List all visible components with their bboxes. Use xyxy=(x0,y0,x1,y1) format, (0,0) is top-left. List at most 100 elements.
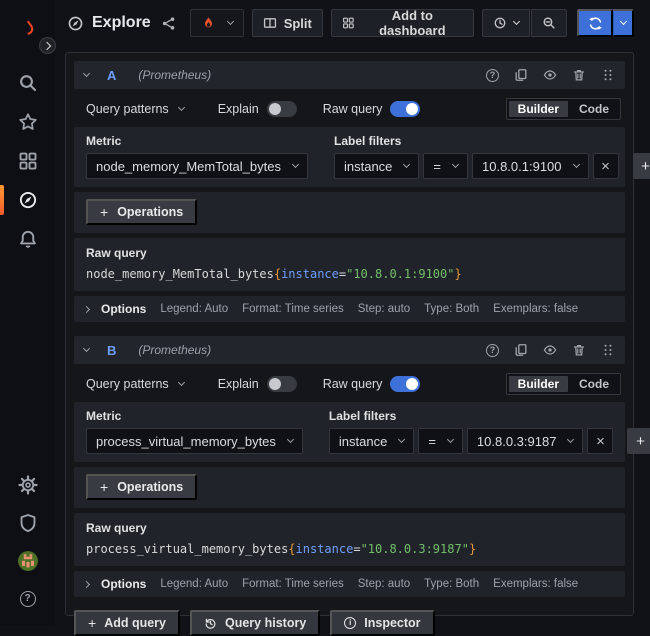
label-filters-field: Label filters instance = xyxy=(334,134,650,179)
add-to-dashboard-button[interactable]: Add to dashboard xyxy=(331,9,474,37)
query-row-header[interactable]: A (Prometheus) ? xyxy=(74,61,625,89)
sidebar-item-alerting[interactable] xyxy=(0,228,55,250)
query-ref-id: A xyxy=(107,68,116,83)
chevron-down-icon xyxy=(178,104,185,111)
zoom-out-time-button[interactable] xyxy=(531,9,567,37)
add-operation-button[interactable]: + Operations xyxy=(86,199,197,225)
option-legend: Legend: Auto xyxy=(160,578,228,590)
query-history-button[interactable]: Query history xyxy=(190,610,320,636)
sidebar-item-dashboards[interactable] xyxy=(0,150,55,172)
sidebar-item-profile[interactable] xyxy=(0,550,55,572)
query-patterns-dropdown[interactable]: Query patterns xyxy=(86,377,184,391)
plus-icon: + xyxy=(641,158,650,175)
collapse-icon[interactable] xyxy=(83,345,90,352)
chevron-down-icon xyxy=(619,18,626,25)
add-filter-button[interactable]: + xyxy=(633,153,650,179)
filter-operator-select[interactable]: = xyxy=(418,428,463,454)
add-operation-button[interactable]: + Operations xyxy=(86,474,197,500)
remove-query-icon[interactable] xyxy=(572,343,586,357)
sidebar-item-settings[interactable] xyxy=(0,474,55,496)
run-query-group xyxy=(577,9,634,37)
builder-mode-button[interactable]: Builder xyxy=(509,101,568,117)
query-row-a: A (Prometheus) ? Query patterns xyxy=(74,61,625,322)
collapse-icon[interactable] xyxy=(83,70,90,77)
avatar xyxy=(18,551,38,571)
chevron-down-icon xyxy=(227,18,234,25)
query-ref-id: B xyxy=(107,343,116,358)
query-row-header[interactable]: B (Prometheus) ? xyxy=(74,336,625,364)
active-indicator xyxy=(0,185,4,215)
code-mode-button[interactable]: Code xyxy=(570,101,618,117)
duplicate-query-icon[interactable] xyxy=(514,68,528,82)
apps-icon xyxy=(342,16,355,30)
query-datasource: (Prometheus) xyxy=(138,68,211,82)
code-mode-button[interactable]: Code xyxy=(570,376,618,392)
times-icon: × xyxy=(601,158,610,175)
option-exemplars: Exemplars: false xyxy=(493,578,578,590)
filter-label-select[interactable]: instance xyxy=(329,428,414,454)
duplicate-query-icon[interactable] xyxy=(514,343,528,357)
sidebar-bottom: ? xyxy=(0,474,55,610)
chevron-down-icon xyxy=(292,161,299,168)
clock-icon xyxy=(493,16,507,30)
time-range-picker-button[interactable] xyxy=(482,9,530,37)
filter-value-select[interactable]: 10.8.0.3:9187 xyxy=(467,428,584,454)
prometheus-icon xyxy=(201,16,216,31)
raw-query-label: Raw query xyxy=(86,521,613,535)
share-icon[interactable] xyxy=(161,16,176,31)
option-format: Format: Time series xyxy=(242,303,344,315)
raw-query-preview: Raw query process_virtual_memory_bytes{i… xyxy=(74,513,625,566)
apps-icon xyxy=(18,151,38,171)
drag-handle-icon[interactable] xyxy=(601,343,615,357)
explain-toggle-field: Explain xyxy=(218,376,297,392)
plus-icon: + xyxy=(100,479,108,495)
raw-query-toggle[interactable] xyxy=(390,376,420,392)
editor-mode-radio: Builder Code xyxy=(506,98,621,120)
raw-query-code: process_virtual_memory_bytes{instance="1… xyxy=(86,542,613,556)
run-query-interval-button[interactable] xyxy=(613,9,634,37)
drag-handle-icon[interactable] xyxy=(601,68,615,82)
metric-select[interactable]: process_virtual_memory_bytes xyxy=(86,428,303,454)
help-icon: ? xyxy=(20,591,36,607)
help-icon[interactable]: ? xyxy=(486,69,499,82)
add-filter-button[interactable]: + xyxy=(627,428,650,454)
sidebar-nav xyxy=(0,72,55,250)
remove-query-icon[interactable] xyxy=(572,68,586,82)
sidebar-item-explore[interactable] xyxy=(0,189,55,211)
filter-operator-select[interactable]: = xyxy=(423,153,468,179)
split-button[interactable]: Split xyxy=(252,9,323,37)
explain-toggle[interactable] xyxy=(267,376,297,392)
query-options-row[interactable]: Options Legend: Auto Format: Time series… xyxy=(74,571,625,597)
info-icon: i xyxy=(344,617,356,629)
raw-query-toggle[interactable] xyxy=(390,101,420,117)
sidebar-item-server-admin[interactable] xyxy=(0,512,55,534)
sidebar-item-help[interactable]: ? xyxy=(0,588,55,610)
chevron-right-icon xyxy=(42,41,50,49)
add-query-button[interactable]: + Add query xyxy=(74,610,180,636)
hide-response-icon[interactable] xyxy=(543,68,557,82)
filter-value-select[interactable]: 10.8.0.1:9100 xyxy=(472,153,589,179)
star-icon xyxy=(18,112,38,132)
help-icon[interactable]: ? xyxy=(486,344,499,357)
remove-filter-button[interactable]: × xyxy=(593,153,619,179)
query-options-row[interactable]: Options Legend: Auto Format: Time series… xyxy=(74,296,625,322)
run-query-button[interactable] xyxy=(577,9,613,37)
inspector-button[interactable]: i Inspector xyxy=(330,610,434,636)
remove-filter-button[interactable]: × xyxy=(587,428,613,454)
metric-field: Metric process_virtual_memory_bytes xyxy=(86,409,303,454)
sidebar-item-search[interactable] xyxy=(0,72,55,94)
expand-sidebar-button[interactable] xyxy=(39,37,56,54)
datasource-picker[interactable] xyxy=(190,9,244,37)
chevron-down-icon xyxy=(287,436,294,443)
raw-query-toggle-field: Raw query xyxy=(323,101,421,117)
explore-body: A (Prometheus) ? Query patterns xyxy=(55,46,650,626)
builder-mode-button[interactable]: Builder xyxy=(509,376,568,392)
query-patterns-dropdown[interactable]: Query patterns xyxy=(86,102,184,116)
query-footer-actions: + Add query Query history i Inspector xyxy=(74,610,625,636)
explain-toggle[interactable] xyxy=(267,101,297,117)
filter-label-select[interactable]: instance xyxy=(334,153,419,179)
chevron-down-icon xyxy=(447,436,454,443)
hide-response-icon[interactable] xyxy=(543,343,557,357)
sidebar-item-starred[interactable] xyxy=(0,111,55,133)
metric-select[interactable]: node_memory_MemTotal_bytes xyxy=(86,153,308,179)
